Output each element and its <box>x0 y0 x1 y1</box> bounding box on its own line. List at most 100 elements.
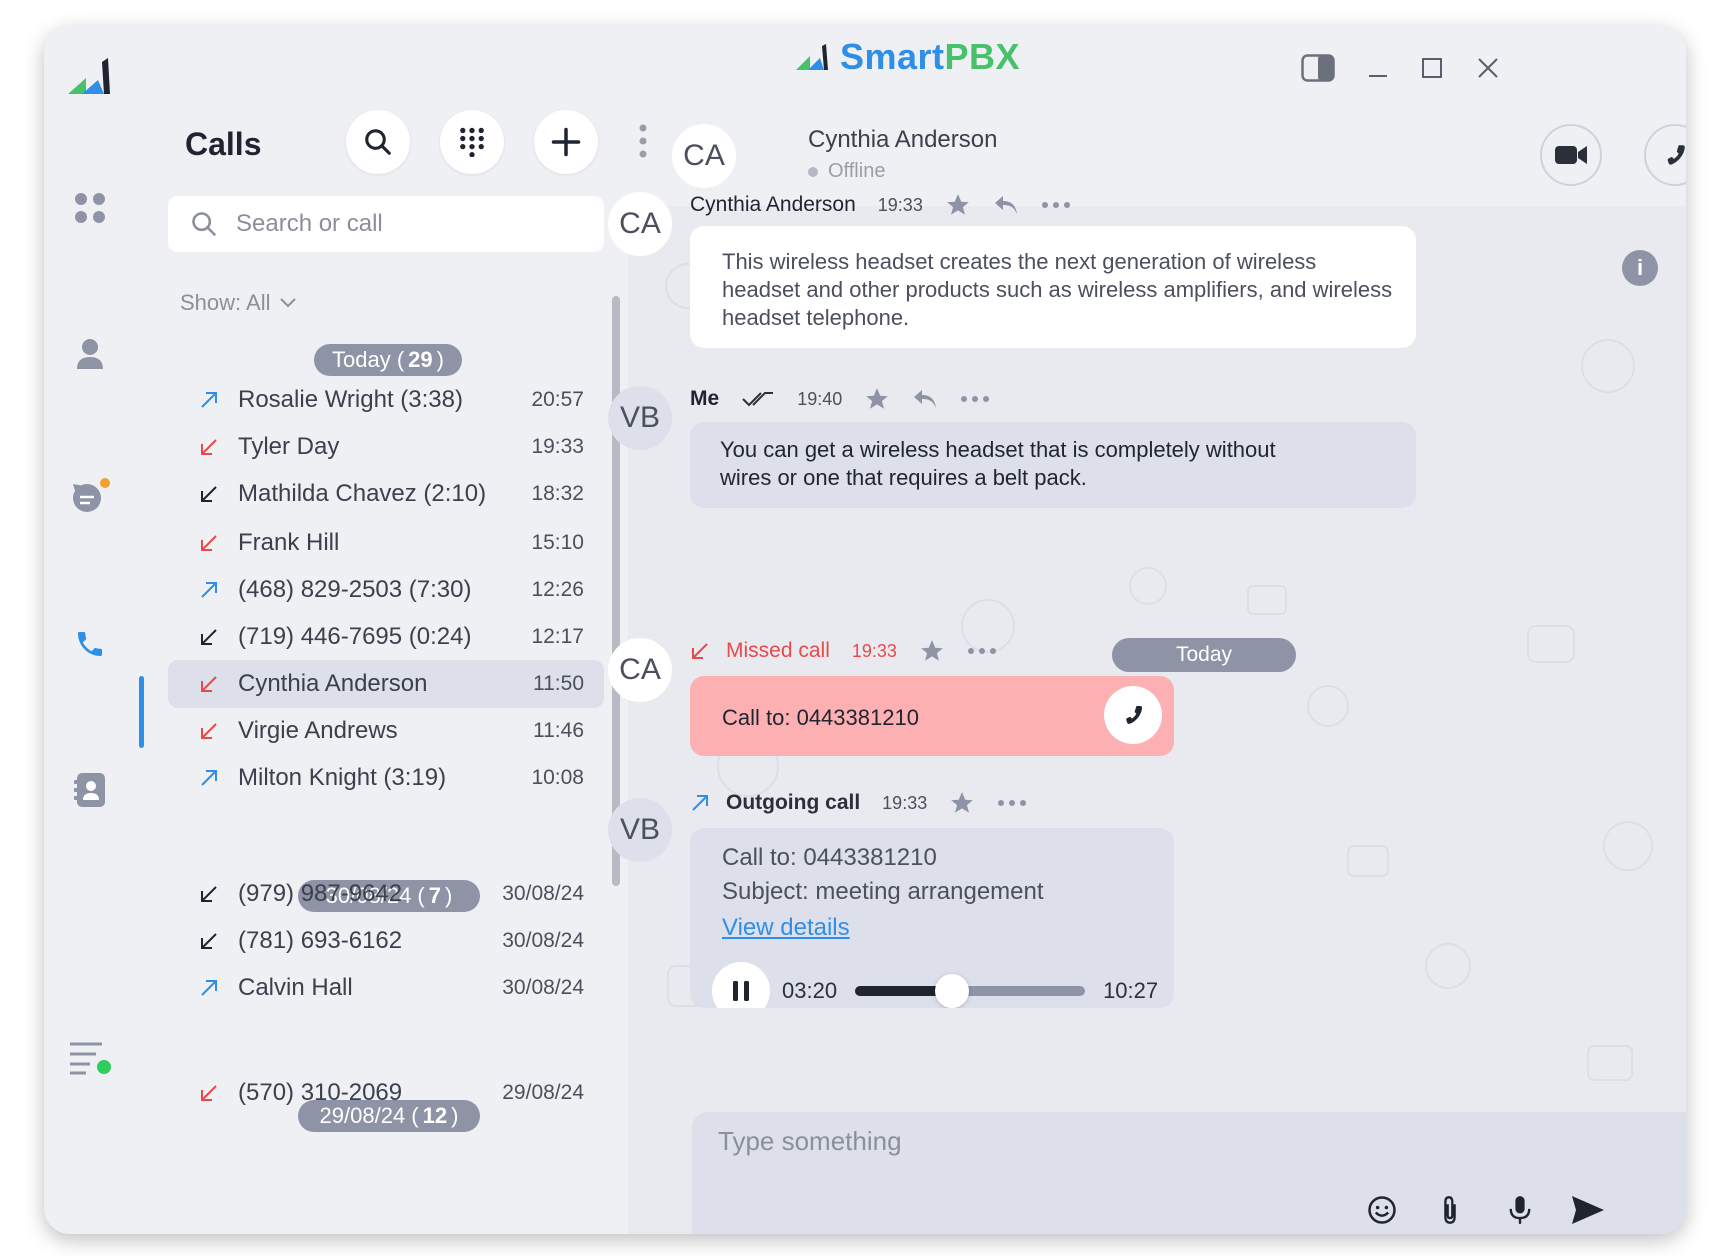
call-contact-name: Cynthia Anderson <box>238 670 428 697</box>
user-icon[interactable] <box>68 332 112 376</box>
brand: SmartPBX <box>796 36 1020 78</box>
missed-call-bubble: Call to: 0443381210 <box>690 676 1174 756</box>
call-list-item[interactable]: Rosalie Wright (3:38) 20:57 <box>168 376 604 424</box>
more-icon[interactable] <box>960 395 990 403</box>
more-icon[interactable] <box>1041 201 1071 209</box>
call-contact-name: (781) 693-6162 <box>238 927 403 954</box>
maximize-icon[interactable] <box>1412 48 1452 88</box>
missed-call-icon <box>196 721 222 741</box>
add-button[interactable] <box>534 110 598 174</box>
rail-active-indicator <box>139 676 144 748</box>
outgoing-call-icon <box>196 390 222 410</box>
message-bubble: This wireless headset creates the next g… <box>690 226 1416 348</box>
message-avatar-contact: CA <box>608 192 672 256</box>
call-list-item[interactable]: Calvin Hall 30/08/24 <box>168 964 604 1012</box>
page-title: Calls <box>185 126 262 162</box>
more-icon[interactable] <box>967 647 997 655</box>
search-button[interactable] <box>346 110 410 174</box>
audio-progress-thumb[interactable] <box>934 974 969 1008</box>
panel-resize-handle-icon[interactable] <box>638 124 648 163</box>
group-header-today: Today (29) <box>314 344 462 376</box>
microphone-icon[interactable] <box>1500 1190 1540 1230</box>
call-contact-name: Virgie Andrews <box>238 717 398 744</box>
missed-call-time: 19:33 <box>851 640 897 661</box>
missed-call-meta: Missed call 19:33 <box>690 638 997 664</box>
status-dot-icon <box>808 166 818 177</box>
star-icon[interactable] <box>864 386 890 412</box>
call-contact-name: (719) 446-7695 (0:24) <box>238 623 472 650</box>
call-time: 20:57 <box>531 388 584 411</box>
more-icon[interactable] <box>997 799 1027 807</box>
message-sender: Cynthia Anderson <box>690 193 856 216</box>
call-list-item[interactable]: Virgie Andrews 11:46 <box>168 707 604 755</box>
star-icon[interactable] <box>945 192 971 218</box>
call-time: 30/08/24 <box>502 882 584 905</box>
read-check-icon <box>742 392 774 407</box>
star-icon[interactable] <box>949 790 975 816</box>
reply-icon[interactable] <box>912 388 938 410</box>
info-icon[interactable]: i <box>1622 250 1658 286</box>
show-filter-label: Show: All <box>180 290 271 315</box>
contact-name: Cynthia Anderson <box>808 126 998 153</box>
brand-title: SmartPBX <box>840 36 1021 77</box>
message-input[interactable] <box>718 1126 1618 1157</box>
show-filter-dropdown[interactable]: Show: All <box>180 290 297 316</box>
app-window: SmartPBX Calls Search or call Show: All … <box>44 26 1686 1234</box>
call-list-item[interactable]: (781) 693-6162 30/08/24 <box>168 917 604 965</box>
incoming-call-icon <box>196 484 222 504</box>
minimize-icon[interactable] <box>1358 48 1398 88</box>
view-details-link[interactable]: View details <box>722 914 850 942</box>
call-list-item[interactable]: Milton Knight (3:19) 10:08 <box>168 754 604 802</box>
phone-icon[interactable] <box>68 622 112 666</box>
message-avatar-contact: CA <box>608 638 672 702</box>
send-icon[interactable] <box>1568 1190 1608 1230</box>
audio-progress-slider[interactable] <box>855 974 1086 1008</box>
call-list-item[interactable]: (570) 310-2069 29/08/24 <box>168 1069 604 1117</box>
call-contact-name: (979) 987-9642 <box>238 880 403 907</box>
close-icon[interactable] <box>1468 48 1508 88</box>
missed-call-icon <box>196 674 222 694</box>
call-list-item[interactable]: Mathilda Chavez (2:10) 18:32 <box>168 470 604 518</box>
call-list-item[interactable]: (468) 829-2503 (7:30) 12:26 <box>168 566 604 614</box>
reply-icon[interactable] <box>993 194 1019 216</box>
incoming-call-icon <box>196 884 222 904</box>
calls-list-scrollbar[interactable] <box>612 296 620 886</box>
call-time: 12:26 <box>531 578 584 601</box>
chat-icon[interactable] <box>68 474 112 518</box>
total-duration: 10:27 <box>1103 978 1159 1003</box>
emoji-icon[interactable] <box>1362 1190 1402 1230</box>
call-list-item[interactable]: Tyler Day 19:33 <box>168 423 604 471</box>
dialpad-button[interactable] <box>440 110 504 174</box>
call-back-button[interactable] <box>1104 686 1162 744</box>
search-input[interactable] <box>236 210 556 238</box>
missed-call-icon <box>196 437 222 457</box>
contact-avatar[interactable]: CA <box>672 124 736 188</box>
missed-call-icon <box>692 643 708 659</box>
star-icon[interactable] <box>919 638 945 664</box>
sidebar-toggle-icon[interactable] <box>1298 48 1338 88</box>
incoming-call-icon <box>196 627 222 647</box>
call-contact-name: (468) 829-2503 (7:30) <box>238 576 472 603</box>
call-list-item[interactable]: (979) 987-9642 30/08/24 <box>168 870 604 918</box>
video-call-button[interactable] <box>1540 124 1602 186</box>
contact-status: Offline <box>808 160 885 183</box>
voice-call-button[interactable] <box>1644 124 1686 186</box>
chevron-down-icon <box>279 298 296 308</box>
call-list-item[interactable]: (719) 446-7695 (0:24) 12:17 <box>168 613 604 661</box>
call-contact-name: Milton Knight (3:19) <box>238 764 447 791</box>
phone-icon <box>1667 145 1685 165</box>
call-contact-name: Mathilda Chavez (2:10) <box>238 480 487 507</box>
call-list-item[interactable]: Frank Hill 15:10 <box>168 519 604 567</box>
contacts-book-icon[interactable] <box>68 768 112 812</box>
call-time: 10:08 <box>531 766 584 789</box>
attachment-icon[interactable] <box>1430 1190 1470 1230</box>
pause-button[interactable] <box>712 962 770 1008</box>
missed-call-number: Call to: 0443381210 <box>722 705 919 730</box>
search-field[interactable] <box>168 196 604 252</box>
call-contact-name: (570) 310-2069 <box>238 1079 403 1106</box>
smartpbx-logo-icon <box>796 44 828 70</box>
call-time: 11:50 <box>533 672 584 695</box>
call-list-item[interactable]: Cynthia Anderson 11:50 <box>168 660 604 708</box>
menu-status-icon[interactable] <box>68 1036 112 1080</box>
dashboard-icon[interactable] <box>68 186 112 230</box>
